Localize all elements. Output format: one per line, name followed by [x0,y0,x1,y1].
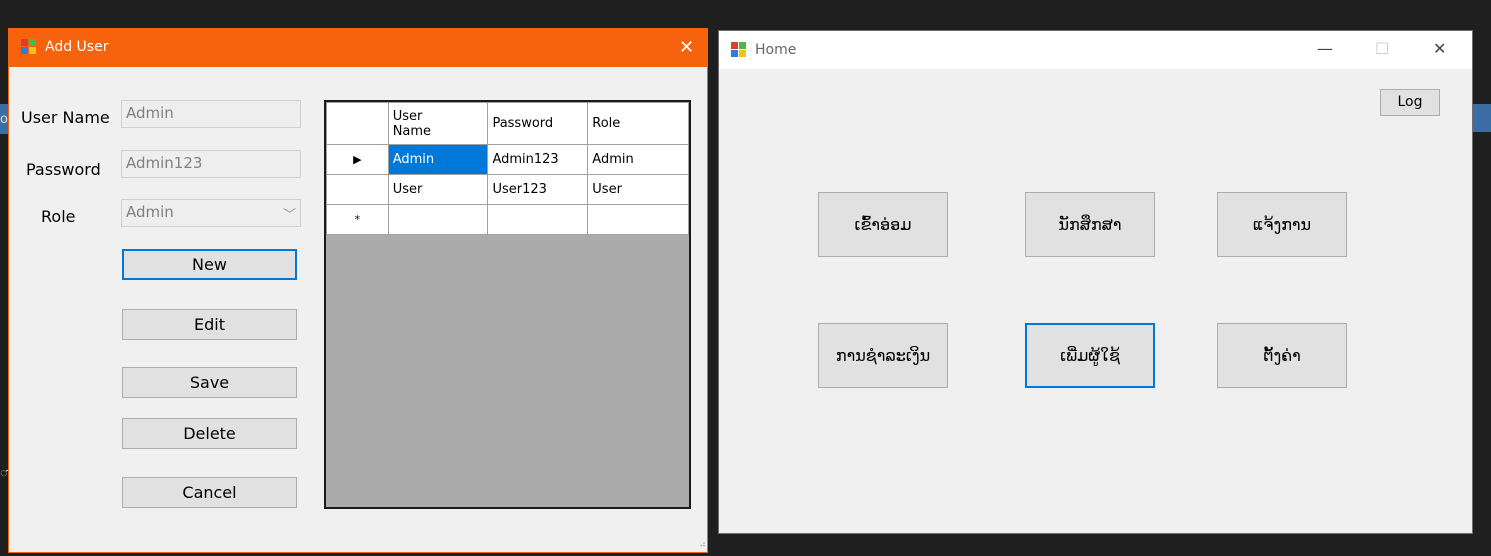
ide-panel-strip [1473,104,1491,132]
save-button[interactable]: Save [122,367,297,398]
home-button-2[interactable]: ນັກສຶກສາ [1025,192,1155,257]
table-row[interactable]: ▶ Admin Admin123 Admin [326,144,689,175]
home-button-1[interactable]: ເຂົ້າອ່ອມ [818,192,948,257]
column-header-label: User Name [392,108,432,139]
delete-button[interactable]: Delete [122,418,297,449]
resize-grip-icon[interactable]: ⠴ [699,540,706,550]
home-button-4[interactable]: ການຊຳລະເງິນ [818,323,948,388]
password-label: Password [26,160,101,179]
add-user-window: Add User ✕ User Name Password Role Admin… [8,28,708,553]
new-button[interactable]: New [122,249,297,280]
home-titlebar[interactable]: Home — ☐ ✕ [719,31,1472,69]
home-button-6[interactable]: ຕັ້ງຄ່າ [1217,323,1347,388]
role-select-value: Admin [126,203,174,221]
grid-cell-username[interactable]: Admin [387,144,489,175]
app-window-icon [21,39,37,55]
column-header-password[interactable]: Password [487,102,589,145]
grid-cell-empty[interactable] [487,204,589,235]
grid-cell-password[interactable]: Admin123 [487,144,589,175]
log-button[interactable]: Log [1380,89,1440,116]
row-header[interactable] [326,174,389,205]
home-window: Home — ☐ ✕ Log ເຂົ້າອ່ອມ ນັກສຶກສາ ແຈ້ງກາ… [718,30,1473,534]
grid-header-row: User Name Password Role [326,102,689,145]
grid-corner-header[interactable] [326,102,389,145]
password-field[interactable]: Admin123 [121,150,301,178]
role-label: Role [41,207,76,226]
users-data-grid[interactable]: User Name Password Role ▶ Admin Admin123… [324,100,691,509]
chevron-down-icon[interactable]: ﹀ [283,204,296,223]
grid-cell-username[interactable]: User [387,174,489,205]
username-field[interactable]: Admin [121,100,301,128]
home-button-5[interactable]: ເພີ່ມຜູ້ໃຊ້ [1025,323,1155,388]
edit-button[interactable]: Edit [122,309,297,340]
grid-cell-empty[interactable] [587,204,689,235]
new-row[interactable]: * [326,204,689,235]
cancel-button[interactable]: Cancel [122,477,297,508]
app-window-icon [731,42,747,58]
row-indicator-icon[interactable]: ▶ [326,144,389,175]
table-row[interactable]: User User123 User [326,174,689,205]
grid-cell-password[interactable]: User123 [487,174,589,205]
new-row-icon[interactable]: * [326,204,389,235]
minimize-icon[interactable]: — [1317,39,1333,58]
maximize-icon[interactable]: ☐ [1375,39,1389,58]
add-user-titlebar[interactable]: Add User ✕ [9,29,707,67]
grid-cell-role[interactable]: User [587,174,689,205]
home-button-3[interactable]: ແຈ້ງການ [1217,192,1347,257]
column-header-username[interactable]: User Name [387,102,489,145]
role-select[interactable]: Admin ﹀ [121,199,301,227]
close-icon[interactable]: ✕ [679,37,694,58]
grid-cell-role[interactable]: Admin [587,144,689,175]
grid-cell-empty[interactable] [387,204,489,235]
window-title: Home [755,42,797,58]
window-title: Add User [45,39,109,55]
column-header-role[interactable]: Role [587,102,689,145]
close-icon[interactable]: ✕ [1433,39,1446,58]
username-label: User Name [21,108,110,127]
ide-background [0,0,1491,24]
